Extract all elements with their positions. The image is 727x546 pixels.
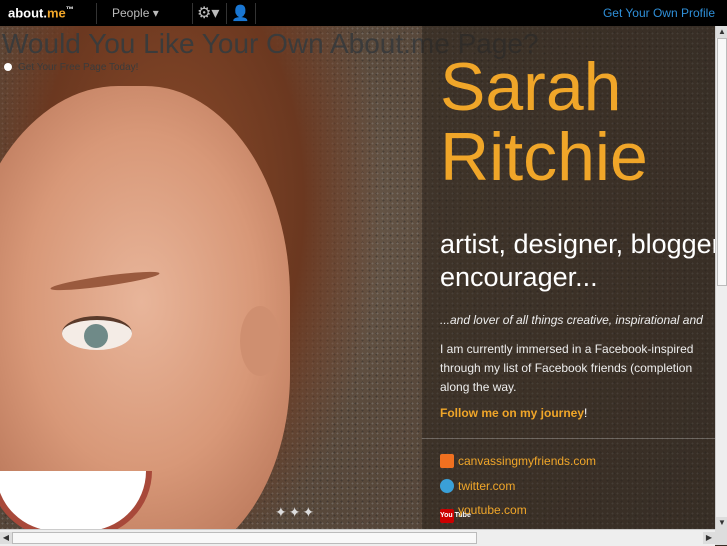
horizontal-scroll-thumb[interactable] (12, 532, 477, 544)
photo-necklace: ✦✦✦ (275, 504, 317, 520)
canvas-icon (440, 454, 454, 468)
profile-name: Sarah Ritchie (440, 52, 648, 192)
link-label: youtube.com (458, 503, 527, 517)
bio-line: through my list of Facebook friends (com… (440, 361, 693, 375)
photo-eye (62, 316, 132, 350)
horizontal-scrollbar[interactable]: ◀ ▶ (0, 529, 715, 546)
promo-sub-label: Get Your Free Page Today! (18, 62, 139, 73)
link-canvassingmyfriends[interactable]: canvassingmyfriends.com (440, 454, 596, 468)
bio-line: along the way. (440, 380, 517, 394)
get-profile-link[interactable]: Get Your Own Profile (603, 6, 715, 20)
scroll-up-arrow-icon[interactable]: ▲ (716, 26, 727, 38)
divider (96, 3, 97, 24)
follow-journey-text: Follow me on my journey! (440, 406, 587, 420)
link-label: canvassingmyfriends.com (458, 454, 597, 468)
link-youtube[interactable]: You Tubeyoutube.com (440, 503, 527, 523)
profile-tagline: artist, designer, blogger, encourager... (440, 228, 727, 294)
photo-ear (240, 306, 280, 376)
divider (226, 3, 227, 24)
link-label: twitter.com (458, 479, 516, 493)
follow-exclamation: ! (584, 406, 588, 420)
promo-subheading[interactable]: Get Your Free Page Today! (4, 62, 138, 73)
photo-smile (0, 471, 152, 529)
divider (255, 3, 256, 24)
vertical-scroll-thumb[interactable] (717, 38, 727, 286)
profile-bio: I am currently immersed in a Facebook-in… (440, 340, 693, 397)
profile-last-name: Ritchie (440, 119, 648, 195)
tagline-line: artist, designer, blogger, (440, 229, 727, 259)
people-menu[interactable]: People ▾ (112, 6, 159, 20)
add-user-icon[interactable]: 👤 (231, 4, 250, 22)
profile-lover-line: ...and lover of all things creative, ins… (440, 313, 703, 327)
scroll-down-arrow-icon[interactable]: ▼ (716, 517, 727, 529)
scroll-left-arrow-icon[interactable]: ◀ (0, 532, 12, 544)
logo-text: about. (8, 5, 47, 21)
tagline-line: encourager... (440, 262, 598, 292)
divider (192, 3, 193, 24)
top-navigation-bar: about.me™ People ▾ ⚙▾ 👤 Get Your Own Pro… (0, 0, 727, 26)
twitter-icon (440, 479, 454, 493)
gear-icon[interactable]: ⚙▾ (197, 3, 219, 23)
youtube-icon: You Tube (440, 509, 471, 523)
logo-accent-text: me (47, 5, 66, 21)
bullet-icon (4, 63, 12, 71)
follow-label[interactable]: Follow me on my journey (440, 406, 584, 420)
about-me-logo[interactable]: about.me™ (8, 5, 74, 20)
links-divider (422, 438, 715, 439)
profile-first-name: Sarah (440, 49, 622, 125)
bio-line: I am currently immersed in a Facebook-in… (440, 342, 694, 356)
photo-face (0, 86, 290, 529)
logo-trademark: ™ (65, 5, 74, 14)
vertical-scrollbar[interactable]: ▲ ▼ (715, 26, 727, 529)
scroll-right-arrow-icon[interactable]: ▶ (703, 532, 715, 544)
link-twitter[interactable]: twitter.com (440, 479, 515, 493)
scrollbar-corner (715, 529, 727, 545)
